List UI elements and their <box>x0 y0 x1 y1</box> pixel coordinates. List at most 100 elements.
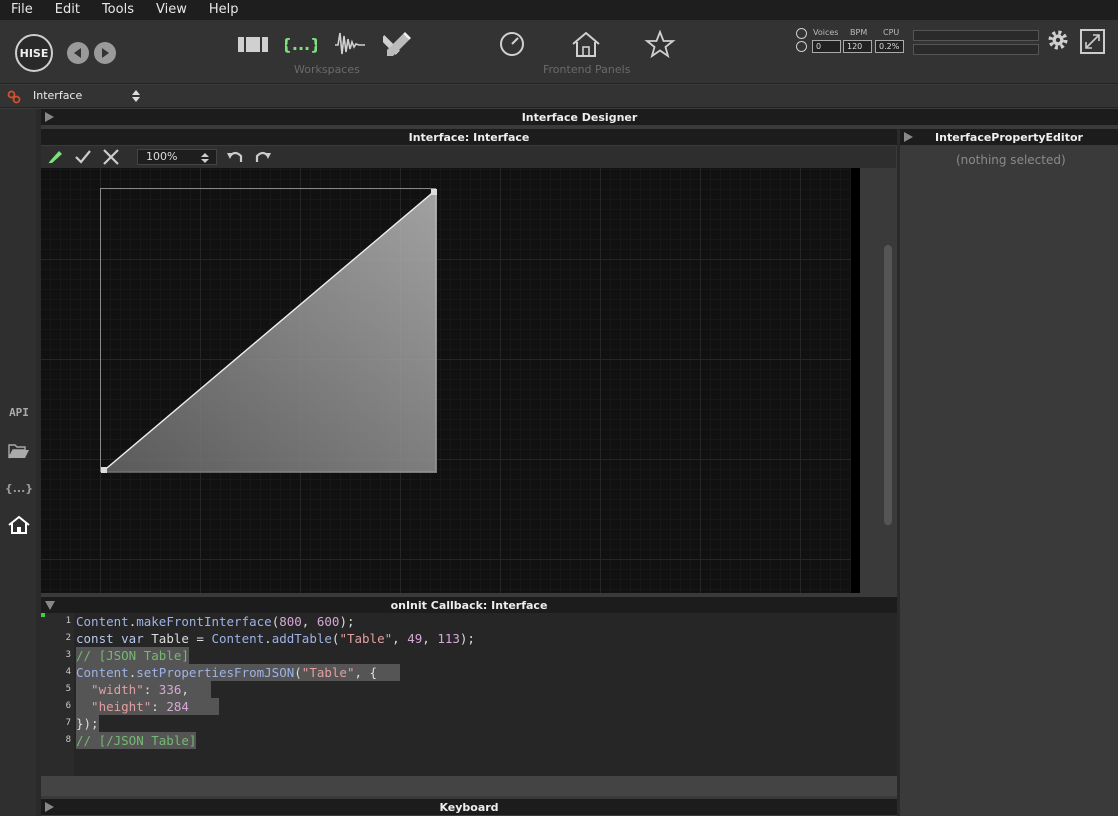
menu-tools[interactable]: Tools <box>91 0 145 20</box>
expand-triangle-icon[interactable] <box>45 112 54 122</box>
expand-icon <box>1085 34 1100 49</box>
code-editor[interactable]: 1 2 3 4 5 6 7 8 Content.makeFrontInterfa… <box>41 613 897 776</box>
code-line-5: "width": 336, <box>76 681 212 698</box>
tools-workspace-button[interactable] <box>383 30 415 58</box>
table-component[interactable] <box>100 188 437 473</box>
line-number: 4 <box>65 667 71 677</box>
forward-arrow-icon <box>102 48 109 58</box>
api-button[interactable]: API <box>7 401 31 423</box>
fullscreen-button[interactable] <box>1080 29 1105 54</box>
expand-triangle-icon[interactable] <box>45 802 54 812</box>
panel-title: Interface: Interface <box>408 130 530 144</box>
menu-bar: File Edit Tools View Help <box>0 0 1118 20</box>
back-arrow-icon <box>74 48 81 58</box>
interface-header: Interface: Interface <box>41 129 897 145</box>
frontend-meter-button[interactable] <box>496 30 528 58</box>
voices-label: Voices <box>813 28 839 37</box>
redo-icon[interactable] <box>254 150 272 164</box>
svg-text:{...}: {...} <box>285 35 317 54</box>
columns-icon <box>238 37 268 52</box>
code-line-1: Content.makeFrontInterface(800, 600); <box>76 614 355 629</box>
cpu-label: CPU <box>883 28 900 37</box>
property-editor-header[interactable]: InterfacePropertyEditor <box>900 129 1118 145</box>
settings-button[interactable] <box>1046 28 1070 52</box>
frontend-home-button[interactable] <box>570 30 602 58</box>
forward-button[interactable] <box>94 42 116 64</box>
zoom-selector[interactable]: 100% <box>137 149 217 165</box>
line-number: 5 <box>65 684 71 694</box>
nothing-selected-label: (nothing selected) <box>956 153 1066 167</box>
line-number: 7 <box>65 718 71 728</box>
pencil-ruler-icon <box>383 32 411 56</box>
vertical-divider[interactable] <box>897 129 900 816</box>
main-toolbar: HISE {...} <box>0 20 1118 84</box>
workspaces-caption: Workspaces <box>294 63 360 76</box>
code-braces-icon: {...} <box>285 35 317 54</box>
menu-file[interactable]: File <box>0 0 44 20</box>
designer-toolbar: 100% <box>41 146 896 168</box>
code-line-8: // [/JSON Table] <box>76 732 197 749</box>
bpm-value: 120 <box>843 40 872 53</box>
line-number: 8 <box>65 735 71 745</box>
panel-title: Interface Designer <box>521 110 638 124</box>
interface-designer-header[interactable]: Interface Designer <box>41 109 1118 125</box>
checkmark-icon[interactable] <box>74 149 92 165</box>
menu-view[interactable]: View <box>145 0 198 20</box>
home-icon <box>572 31 600 57</box>
bpm-label: BPM <box>850 28 868 37</box>
sampler-workspace-button[interactable] <box>334 30 366 58</box>
close-icon[interactable] <box>102 149 120 165</box>
interface-button[interactable] <box>7 514 31 536</box>
back-button[interactable] <box>67 42 89 64</box>
canvas-scrollbar[interactable] <box>884 245 892 525</box>
menu-help[interactable]: Help <box>198 0 250 20</box>
voices-value: 0 <box>812 40 841 53</box>
edit-pencil-icon[interactable] <box>46 149 64 165</box>
zoom-value: 100% <box>146 150 178 163</box>
up-down-arrows-icon <box>201 153 209 163</box>
hise-logo[interactable]: HISE <box>15 34 53 72</box>
script-editor-button[interactable]: {...} <box>5 477 33 499</box>
line-number: 1 <box>65 616 71 626</box>
hise-window: File Edit Tools View Help HISE {...} <box>0 0 1118 816</box>
left-sidebar: API {...} <box>0 109 36 816</box>
panel-title: InterfacePropertyEditor <box>935 130 1083 144</box>
oninit-header[interactable]: onInit Callback: Interface <box>41 597 897 613</box>
undo-icon[interactable] <box>226 150 244 164</box>
menu-edit[interactable]: Edit <box>44 0 91 20</box>
gauge-icon <box>500 32 524 56</box>
home-icon <box>8 515 30 534</box>
output-meter-right <box>913 44 1039 55</box>
frontend-star-button[interactable] <box>644 30 676 58</box>
property-editor-panel <box>900 146 1118 816</box>
line-number: 6 <box>65 701 71 711</box>
up-down-arrows-icon[interactable] <box>131 88 141 104</box>
expand-triangle-icon[interactable] <box>904 132 913 142</box>
file-browser-button[interactable] <box>7 440 31 462</box>
panel-title: onInit Callback: Interface <box>390 598 548 612</box>
gear-icon <box>1048 30 1068 50</box>
scripting-workspace-button[interactable]: {...} <box>285 30 317 58</box>
code-line-6: "height": 284 <box>76 698 220 715</box>
code-text[interactable]: Content.makeFrontInterface(800, 600); co… <box>74 613 897 776</box>
code-editor-footer <box>41 776 897 796</box>
main-workspace-button[interactable] <box>237 30 269 58</box>
processor-selector[interactable]: Interface <box>33 89 82 102</box>
code-line-2: const var Table = Content.addTable("Tabl… <box>76 631 475 646</box>
waveform-icon <box>335 32 365 55</box>
star-icon <box>644 30 676 58</box>
cpu-value: 0.2% <box>875 40 904 53</box>
panic-icon[interactable] <box>796 28 807 39</box>
collapse-triangle-icon[interactable] <box>45 601 55 610</box>
keyboard-header[interactable]: Keyboard <box>41 799 897 815</box>
interface-canvas[interactable] <box>41 168 860 593</box>
performance-stats: Voices BPM CPU 0 120 0.2% <box>795 26 907 76</box>
line-number-gutter: 1 2 3 4 5 6 7 8 <box>41 613 74 776</box>
line-number: 2 <box>65 633 71 643</box>
panel-title: Keyboard <box>439 800 499 814</box>
link-icon[interactable] <box>7 89 21 104</box>
processor-selector-bar: Interface <box>0 85 1118 108</box>
sidebar-divider <box>36 109 41 816</box>
table-envelope-graph <box>101 189 437 473</box>
code-line-4: Content.setPropertiesFromJSON("Table", { <box>76 664 400 681</box>
